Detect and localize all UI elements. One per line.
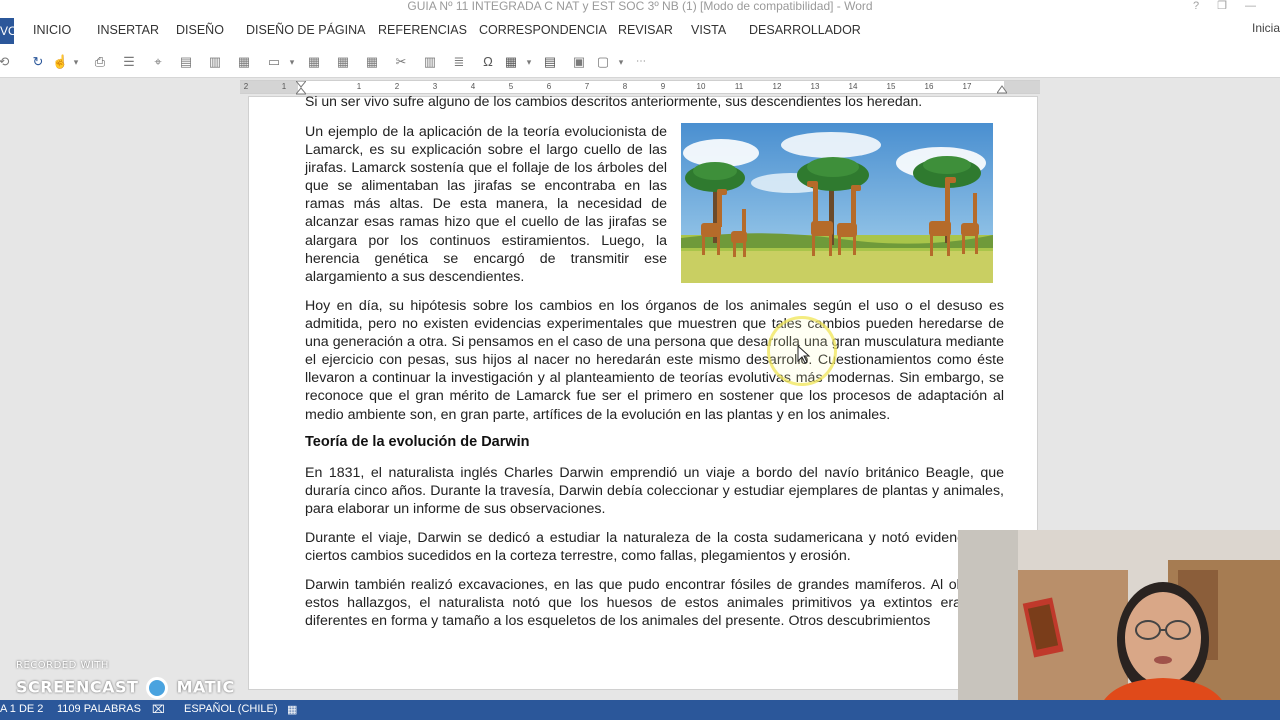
ruler-tick: 14 (848, 82, 858, 91)
watermark-logo: SCREENCAST MATIC (16, 677, 235, 699)
ruler-tick: 13 (810, 82, 820, 91)
ruler-tick: 1 (356, 82, 362, 91)
table-insert-icon[interactable]: ▦ (503, 54, 519, 70)
giraffe-illustration[interactable] (681, 123, 993, 283)
align-icon[interactable]: ☰ (121, 54, 137, 70)
paragraph-1831[interactable]: En 1831, el naturalista inglés Charles D… (305, 464, 1004, 518)
cut-text-line: Si un ser vivo sufre alguno de los cambi… (305, 93, 923, 109)
right-indent-marker-icon[interactable] (997, 84, 1007, 94)
ribbon-tab-bar: VO INICIO INSERTAR DISEÑO DISEÑO DE PÁGI… (0, 14, 1280, 48)
tab-revisar[interactable]: REVISAR (618, 23, 673, 37)
language-indicator[interactable]: ESPAÑOL (CHILE) (184, 703, 278, 715)
proofing-icon[interactable]: ⌧ (152, 703, 165, 716)
grid-icon[interactable]: ▦ (236, 54, 252, 70)
ruler-tick: 10 (696, 82, 706, 91)
ruler-tick: 5 (508, 82, 514, 91)
ruler-tick: 15 (886, 82, 896, 91)
watermark-recorded-with: RECORDED WITH (16, 660, 109, 671)
dropdown-arrow-icon[interactable]: ▾ (68, 54, 84, 70)
help-button[interactable]: ? (1193, 0, 1217, 12)
ruler-tick: 9 (660, 82, 666, 91)
table-dropdown-icon[interactable]: ▾ (521, 54, 537, 70)
document-page[interactable]: Si un ser vivo sufre alguno de los cambi… (248, 93, 1038, 690)
ruler-tick: 16 (924, 82, 934, 91)
tab-diseno[interactable]: DISEÑO (176, 23, 224, 37)
undo-icon[interactable]: ⟲ (0, 54, 12, 70)
table-icon[interactable]: ▦ (306, 54, 322, 70)
watermark-screencast: SCREENCAST (16, 677, 139, 697)
anchor-icon[interactable]: ⌖ (150, 54, 166, 70)
watermark-matic: MATIC (176, 677, 235, 697)
textbox-dropdown-icon[interactable]: ▾ (284, 54, 300, 70)
paragraph-darwin-viaje[interactable]: Durante el viaje, Darwin se dedicó a est… (305, 529, 1004, 565)
presenter-webcam-image (958, 530, 1280, 712)
tab-correspondencia[interactable]: CORRESPONDENCIA (479, 23, 607, 37)
heading-darwin-theory[interactable]: Teoría de la evolución de Darwin (305, 434, 530, 450)
table-cells-icon[interactable]: ▦ (364, 54, 380, 70)
spreadsheet-icon[interactable]: ▤ (542, 54, 558, 70)
ruler-right-margin (1004, 81, 1040, 93)
group-icon[interactable]: ▣ (571, 54, 587, 70)
more-icon[interactable]: ⋯ (633, 54, 649, 70)
ruler-tick: 6 (546, 82, 552, 91)
columns-icon[interactable]: ▥ (207, 54, 223, 70)
print-icon[interactable]: ⎙ (92, 54, 108, 70)
cut-icon[interactable]: ✂ (393, 54, 409, 70)
webcam-overlay (958, 530, 1280, 712)
text-direction-icon[interactable]: ≣ (451, 54, 467, 70)
quick-access-toolbar: ⟲ ↻ ☝ ▾ ⎙ ☰ ⌖ ▤ ▥ ▦ ▭ ▾ ▦ ▦ ▦ ✂ ▥ ≣ Ω ▦ … (0, 48, 1280, 78)
ruler-tick: 17 (962, 82, 972, 91)
shape-icon[interactable]: ▢ (595, 54, 611, 70)
tab-vista[interactable]: VISTA (691, 23, 726, 37)
table-grid-icon[interactable]: ▦ (335, 54, 351, 70)
macro-record-icon[interactable]: ▦ (287, 703, 297, 716)
tab-inicio[interactable]: INICIO (33, 23, 71, 37)
ruler-tick: 7 (584, 82, 590, 91)
screencast-watermark: RECORDED WITH SCREENCAST MATIC (16, 660, 235, 699)
paragraph-hoy-en-dia[interactable]: Hoy en día, su hipótesis sobre los cambi… (305, 297, 1004, 424)
tab-referencias[interactable]: REFERENCIAS (378, 23, 467, 37)
ruler-tick: 1 (281, 82, 287, 91)
ruler-tick: 2 (243, 82, 249, 91)
word-count[interactable]: 1109 PALABRAS (57, 703, 141, 715)
columns-layout-icon[interactable]: ▥ (422, 54, 438, 70)
refresh-icon[interactable]: ↻ (30, 54, 46, 70)
minimize-button[interactable]: — (1245, 0, 1274, 12)
touch-mode-icon[interactable]: ☝ (52, 54, 68, 70)
textbox-icon[interactable]: ▭ (266, 54, 282, 70)
ruler-tick: 12 (772, 82, 782, 91)
status-bar: A 1 DE 2 1109 PALABRAS ⌧ ESPAÑOL (CHILE)… (0, 700, 1280, 720)
sign-in-link[interactable]: Inicia (1252, 21, 1280, 35)
ruler-tick: 11 (734, 82, 744, 91)
screencast-logo-icon (146, 677, 169, 699)
horizontal-ruler[interactable]: 2 1 1 2 3 4 5 6 7 8 9 10 11 12 13 14 15 … (240, 80, 1040, 95)
ruler-tick: 8 (622, 82, 628, 91)
window-title: GUIA Nº 11 INTEGRADA C NAT y EST SOC 3º … (407, 0, 873, 13)
ruler-tick: 2 (394, 82, 400, 91)
ruler-tick: 4 (470, 82, 476, 91)
tab-insertar[interactable]: INSERTAR (97, 23, 159, 37)
ruler-tick: 3 (432, 82, 438, 91)
tab-file[interactable]: VO (0, 18, 14, 44)
window-controls[interactable]: ?❐— (1193, 0, 1274, 12)
tab-diseno-de-pagina[interactable]: DISEÑO DE PÁGINA (246, 23, 365, 37)
paragraph-lamarck-example[interactable]: Un ejemplo de la aplicación de la teoría… (305, 123, 667, 286)
paragraph-excavaciones[interactable]: Darwin también realizó excavaciones, en … (305, 576, 1004, 630)
title-bar: GUIA Nº 11 INTEGRADA C NAT y EST SOC 3º … (0, 0, 1280, 14)
margins-icon[interactable]: ▤ (178, 54, 194, 70)
tab-desarrollador[interactable]: DESARROLLADOR (749, 23, 861, 37)
page-count[interactable]: A 1 DE 2 (0, 703, 43, 715)
symbol-omega-icon[interactable]: Ω (480, 54, 496, 70)
restore-button[interactable]: ❐ (1217, 0, 1245, 12)
mouse-pointer-icon (797, 345, 811, 364)
shape-dropdown-icon[interactable]: ▾ (613, 54, 629, 70)
